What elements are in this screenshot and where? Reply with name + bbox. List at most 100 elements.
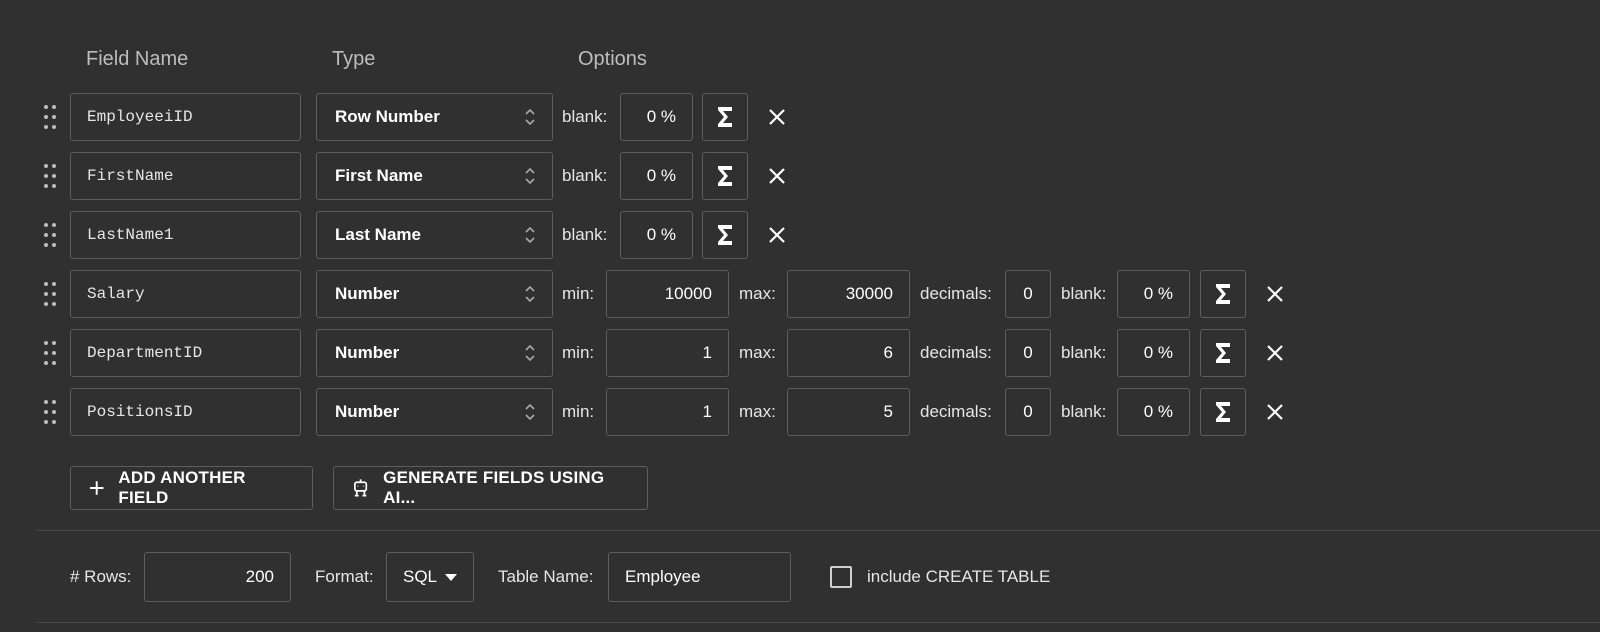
max-input[interactable]: 6	[787, 329, 910, 377]
decimals-input[interactable]: 0	[1005, 270, 1051, 318]
field-type-select[interactable]: Last Name	[316, 211, 553, 259]
table-name-input[interactable]: Employee	[608, 552, 791, 602]
field-type-select[interactable]: Number	[316, 270, 553, 318]
field-type-label: Row Number	[335, 107, 440, 126]
chevron-up-down-icon	[525, 167, 535, 185]
min-label: min:	[562, 284, 595, 303]
min-label: min:	[562, 402, 595, 421]
chevron-up-down-icon	[525, 344, 535, 362]
drag-handle-icon[interactable]	[40, 162, 60, 190]
decimals-input[interactable]: 0	[1005, 388, 1051, 436]
sigma-icon[interactable]	[702, 93, 748, 141]
close-icon[interactable]	[1262, 340, 1288, 366]
blank-percent-input[interactable]: 0 %	[620, 93, 693, 141]
sigma-icon[interactable]	[702, 211, 748, 259]
field-row: PositionsID Number min: 1 max: 5 decimal…	[0, 387, 1400, 437]
field-name-input[interactable]: FirstName	[70, 152, 301, 200]
field-row: LastName1 Last Name blank: 0 %	[0, 210, 1400, 260]
field-name-input[interactable]: EmployeeiID	[70, 93, 301, 141]
sigma-icon[interactable]	[1200, 270, 1246, 318]
close-icon[interactable]	[764, 222, 790, 248]
column-headers: Field Name Type Options	[0, 48, 900, 74]
field-type-label: First Name	[335, 166, 423, 185]
decimals-label: decimals:	[920, 343, 992, 362]
blank-percent-input[interactable]: 0 %	[620, 211, 693, 259]
max-input[interactable]: 5	[787, 388, 910, 436]
format-select[interactable]: SQL	[386, 552, 474, 602]
robot-icon	[354, 479, 368, 497]
close-icon[interactable]	[764, 104, 790, 130]
blank-label: blank:	[1061, 284, 1107, 303]
sigma-icon[interactable]	[1200, 388, 1246, 436]
rows-label: # Rows:	[70, 567, 132, 586]
field-name-input[interactable]: PositionsID	[70, 388, 301, 436]
sigma-icon[interactable]	[1200, 329, 1246, 377]
blank-percent-input[interactable]: 0 %	[1117, 329, 1190, 377]
field-name-input[interactable]: DepartmentID	[70, 329, 301, 377]
chevron-up-down-icon	[525, 108, 535, 126]
max-label: max:	[739, 402, 776, 421]
max-label: max:	[739, 284, 776, 303]
field-type-label: Number	[335, 343, 400, 362]
sigma-icon[interactable]	[702, 152, 748, 200]
field-type-select[interactable]: First Name	[316, 152, 553, 200]
chevron-up-down-icon	[525, 285, 535, 303]
max-input[interactable]: 30000	[787, 270, 910, 318]
field-type-label: Number	[335, 284, 400, 303]
drag-handle-icon[interactable]	[40, 339, 60, 367]
plus-icon	[89, 481, 104, 495]
field-name-input[interactable]: Salary	[70, 270, 301, 318]
generate-fields-ai-button[interactable]: GENERATE FIELDS USING AI...	[333, 466, 648, 510]
min-input[interactable]: 1	[606, 388, 729, 436]
decimals-label: decimals:	[920, 284, 992, 303]
divider	[36, 622, 1600, 623]
blank-percent-input[interactable]: 0 %	[1117, 388, 1190, 436]
header-field-name: Field Name	[86, 48, 189, 70]
drag-handle-icon[interactable]	[40, 103, 60, 131]
field-row: Salary Number min: 10000 max: 30000 deci…	[0, 269, 1400, 319]
close-icon[interactable]	[1262, 399, 1288, 425]
decimals-input[interactable]: 0	[1005, 329, 1051, 377]
rows-input[interactable]: 200	[144, 552, 291, 602]
header-type: Type	[332, 48, 376, 70]
header-options: Options	[578, 48, 647, 70]
field-row: EmployeeiID Row Number blank: 0 %	[0, 92, 1400, 142]
export-options: # Rows: 200 Format: SQL Table Name: Empl…	[0, 552, 1600, 602]
add-another-field-button[interactable]: ADD ANOTHER FIELD	[70, 466, 313, 510]
min-input[interactable]: 1	[606, 329, 729, 377]
blank-percent-input[interactable]: 0 %	[1117, 270, 1190, 318]
field-type-select[interactable]: Number	[316, 329, 553, 377]
format-label: Format:	[315, 567, 374, 586]
blank-label: blank:	[562, 225, 608, 244]
create-table-checkbox[interactable]	[830, 566, 852, 588]
create-table-label: include CREATE TABLE	[867, 567, 1051, 586]
table-name-label: Table Name:	[498, 567, 594, 586]
caret-down-icon	[445, 574, 457, 581]
chevron-up-down-icon	[525, 226, 535, 244]
blank-percent-input[interactable]: 0 %	[620, 152, 693, 200]
field-row: FirstName First Name blank: 0 %	[0, 151, 1400, 201]
decimals-label: decimals:	[920, 402, 992, 421]
blank-label: blank:	[562, 107, 608, 126]
close-icon[interactable]	[1262, 281, 1288, 307]
drag-handle-icon[interactable]	[40, 221, 60, 249]
chevron-up-down-icon	[525, 403, 535, 421]
min-label: min:	[562, 343, 595, 362]
generate-fields-ai-label: GENERATE FIELDS USING AI...	[383, 468, 605, 507]
field-type-select[interactable]: Number	[316, 388, 553, 436]
field-type-label: Last Name	[335, 225, 421, 244]
close-icon[interactable]	[764, 163, 790, 189]
divider	[36, 530, 1600, 531]
format-value: SQL	[403, 567, 438, 586]
min-input[interactable]: 10000	[606, 270, 729, 318]
drag-handle-icon[interactable]	[40, 398, 60, 426]
blank-label: blank:	[1061, 343, 1107, 362]
field-name-input[interactable]: LastName1	[70, 211, 301, 259]
max-label: max:	[739, 343, 776, 362]
field-row: DepartmentID Number min: 1 max: 6 decima…	[0, 328, 1400, 378]
drag-handle-icon[interactable]	[40, 280, 60, 308]
field-type-select[interactable]: Row Number	[316, 93, 553, 141]
field-type-label: Number	[335, 402, 400, 421]
add-another-field-label: ADD ANOTHER FIELD	[118, 468, 246, 507]
blank-label: blank:	[562, 166, 608, 185]
